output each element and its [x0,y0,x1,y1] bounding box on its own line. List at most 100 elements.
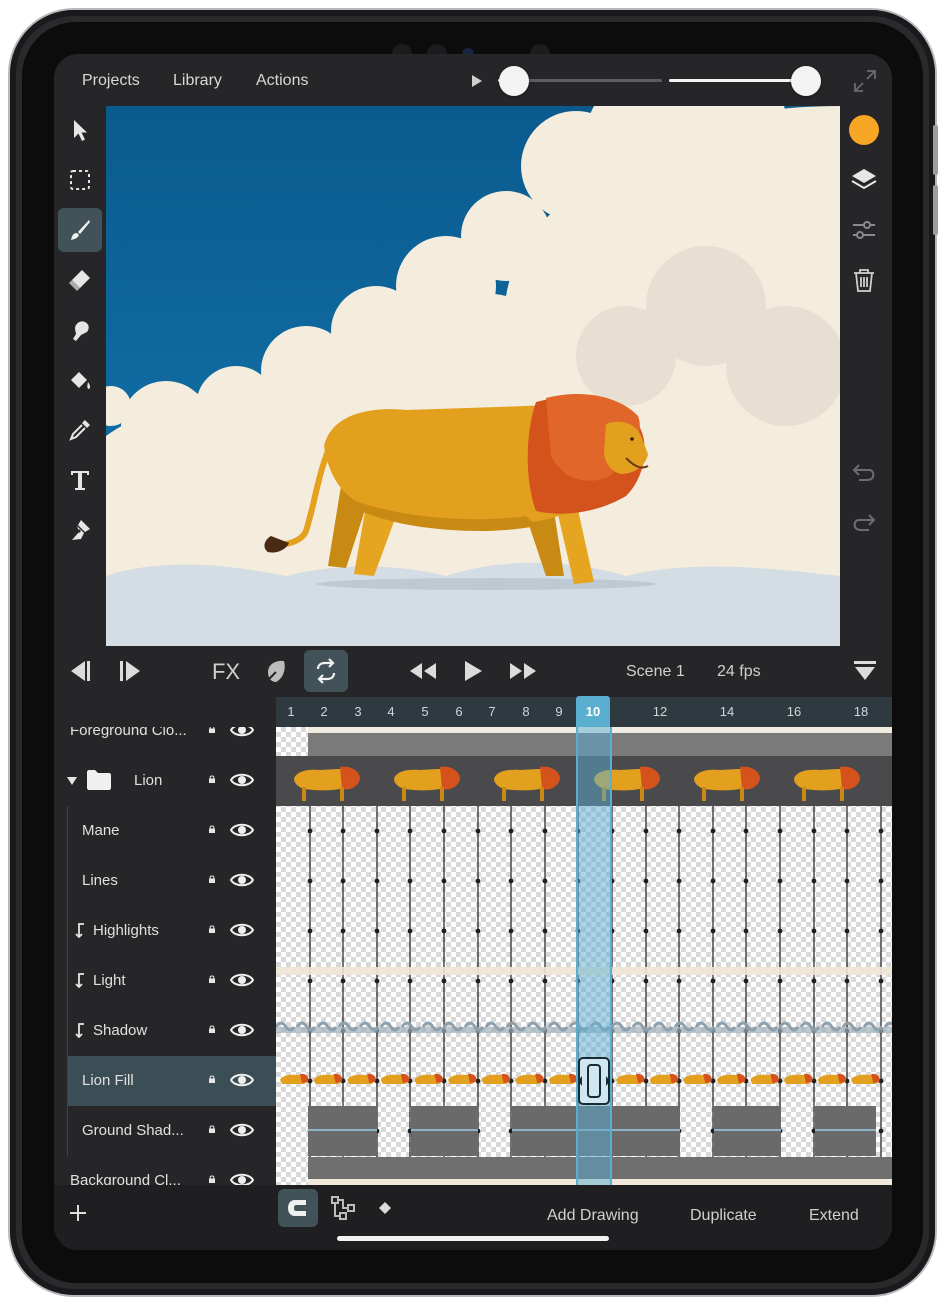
lock-icon[interactable] [208,875,216,883]
scene-label[interactable]: Scene 1 [626,663,685,681]
layer-row[interactable]: Lines [54,856,276,906]
lock-icon[interactable] [208,1075,216,1083]
frame-number: 16 [786,704,802,719]
menu-library[interactable]: Library [173,72,222,90]
motion-path-icon[interactable] [330,1195,356,1226]
eyedropper-icon[interactable] [58,408,102,452]
lion-leg [740,787,744,801]
fullscreen-icon[interactable] [852,68,878,99]
visibility-eye-icon[interactable] [230,1120,254,1140]
duplicate-button[interactable]: Duplicate [690,1207,757,1225]
frame-key-dot [676,828,682,834]
select-arrow-icon[interactable] [58,108,102,152]
play-preview-icon[interactable] [471,74,483,93]
frame-key-dot [475,828,481,834]
smudge-icon[interactable] [58,308,102,352]
menu-actions[interactable]: Actions [256,72,308,90]
rewind-icon[interactable] [406,654,440,688]
next-frame-icon[interactable] [116,654,146,688]
layer-row[interactable]: Background Cl... [54,1156,276,1185]
lock-icon[interactable] [208,825,216,833]
visibility-eye-icon[interactable] [230,870,254,890]
previous-frame-icon[interactable] [64,654,94,688]
lion-fill-thumb [817,1073,847,1084]
visibility-eye-icon[interactable] [230,820,254,840]
fx-button[interactable]: FX [206,658,246,686]
marquee-select-icon[interactable] [58,158,102,202]
lion-fill-thumb [380,1073,410,1084]
frame-key-dot [374,828,380,834]
pen-icon[interactable] [58,508,102,552]
lion-leg [802,787,806,801]
frame-ruler[interactable]: 1 2 3 4 5 6 7 8 9 10 12 14 16 18 [276,696,892,727]
frame-key-dot [844,978,850,984]
extend-button[interactable]: Extend [809,1207,859,1225]
lock-icon[interactable] [208,727,216,733]
frame-number: 18 [853,704,869,719]
redo-icon[interactable] [844,502,884,542]
opacity-slider-knob[interactable] [791,66,822,96]
fps-label[interactable]: 24 fps [717,663,761,681]
layer-name: Mane [82,822,120,839]
trash-icon[interactable] [844,260,884,300]
layer-group-row[interactable]: Lion [54,756,276,806]
frame-key-dot [542,1078,548,1084]
adjust-sliders-icon[interactable] [844,210,884,250]
play-icon[interactable] [458,654,488,688]
loop-icon[interactable] [304,650,348,692]
eraser-icon[interactable] [58,258,102,302]
onion-skin-slider-knob[interactable] [499,66,530,96]
timeline-collapse-icon[interactable] [850,656,880,686]
layer-name: Shadow [93,1022,148,1039]
layer-row[interactable]: Shadow [54,1006,276,1056]
layer-name: Lion Fill [82,1072,134,1089]
disclosure-triangle-icon[interactable] [66,776,78,786]
fast-forward-icon[interactable] [506,654,540,688]
add-drawing-button[interactable]: Add Drawing [547,1207,639,1225]
frame-key-dot [407,828,413,834]
lion-leg [302,787,306,801]
frame-key-dot [844,878,850,884]
visibility-eye-icon[interactable] [230,920,254,940]
undo-icon[interactable] [844,452,884,492]
lock-icon[interactable] [208,925,216,933]
lock-icon[interactable] [208,975,216,983]
visibility-eye-icon[interactable] [230,970,254,990]
timeline-frame-grid[interactable] [276,727,892,1185]
visibility-eye-icon[interactable] [230,1070,254,1090]
layer-row[interactable]: Ground Shad... [54,1106,276,1156]
brush-icon[interactable] [58,208,102,252]
layer-row[interactable]: Foreground Clo... [54,727,276,756]
layer-row-selected[interactable]: Lion Fill [68,1056,276,1106]
lock-icon[interactable] [208,1025,216,1033]
layers-icon[interactable] [844,160,884,200]
lock-icon[interactable] [208,1175,216,1183]
color-swatch[interactable] [844,110,884,150]
paint-bucket-icon[interactable] [58,358,102,402]
lion-leg [502,787,506,801]
text-icon[interactable] [58,458,102,502]
home-indicator[interactable] [337,1236,609,1241]
drawing-canvas[interactable] [106,106,840,646]
lock-icon[interactable] [208,1125,216,1133]
onion-skin-icon[interactable] [259,654,295,688]
keyframe-diamond-icon[interactable] [378,1201,392,1220]
layer-row[interactable]: Mane [54,806,276,856]
lion-fill-thumb [448,1073,477,1084]
frame-key-dot [710,928,716,934]
frame-key-dot [307,978,313,984]
visibility-eye-icon[interactable] [230,770,254,790]
layer-row[interactable]: Highlights [54,906,276,956]
snap-magnet-icon[interactable] [278,1189,318,1227]
add-layer-icon[interactable] [68,1203,88,1228]
layer-row[interactable]: Light [54,956,276,1006]
lock-icon[interactable] [208,775,216,783]
frame-key-dot [743,878,749,884]
frame-key-dot [811,978,817,984]
menu-projects[interactable]: Projects [82,72,140,90]
visibility-eye-icon[interactable] [230,1020,254,1040]
visibility-eye-icon[interactable] [230,1170,254,1185]
lion-fill-thumb [683,1073,712,1084]
lion-fill-thumb [347,1073,376,1084]
visibility-eye-icon[interactable] [230,727,254,740]
